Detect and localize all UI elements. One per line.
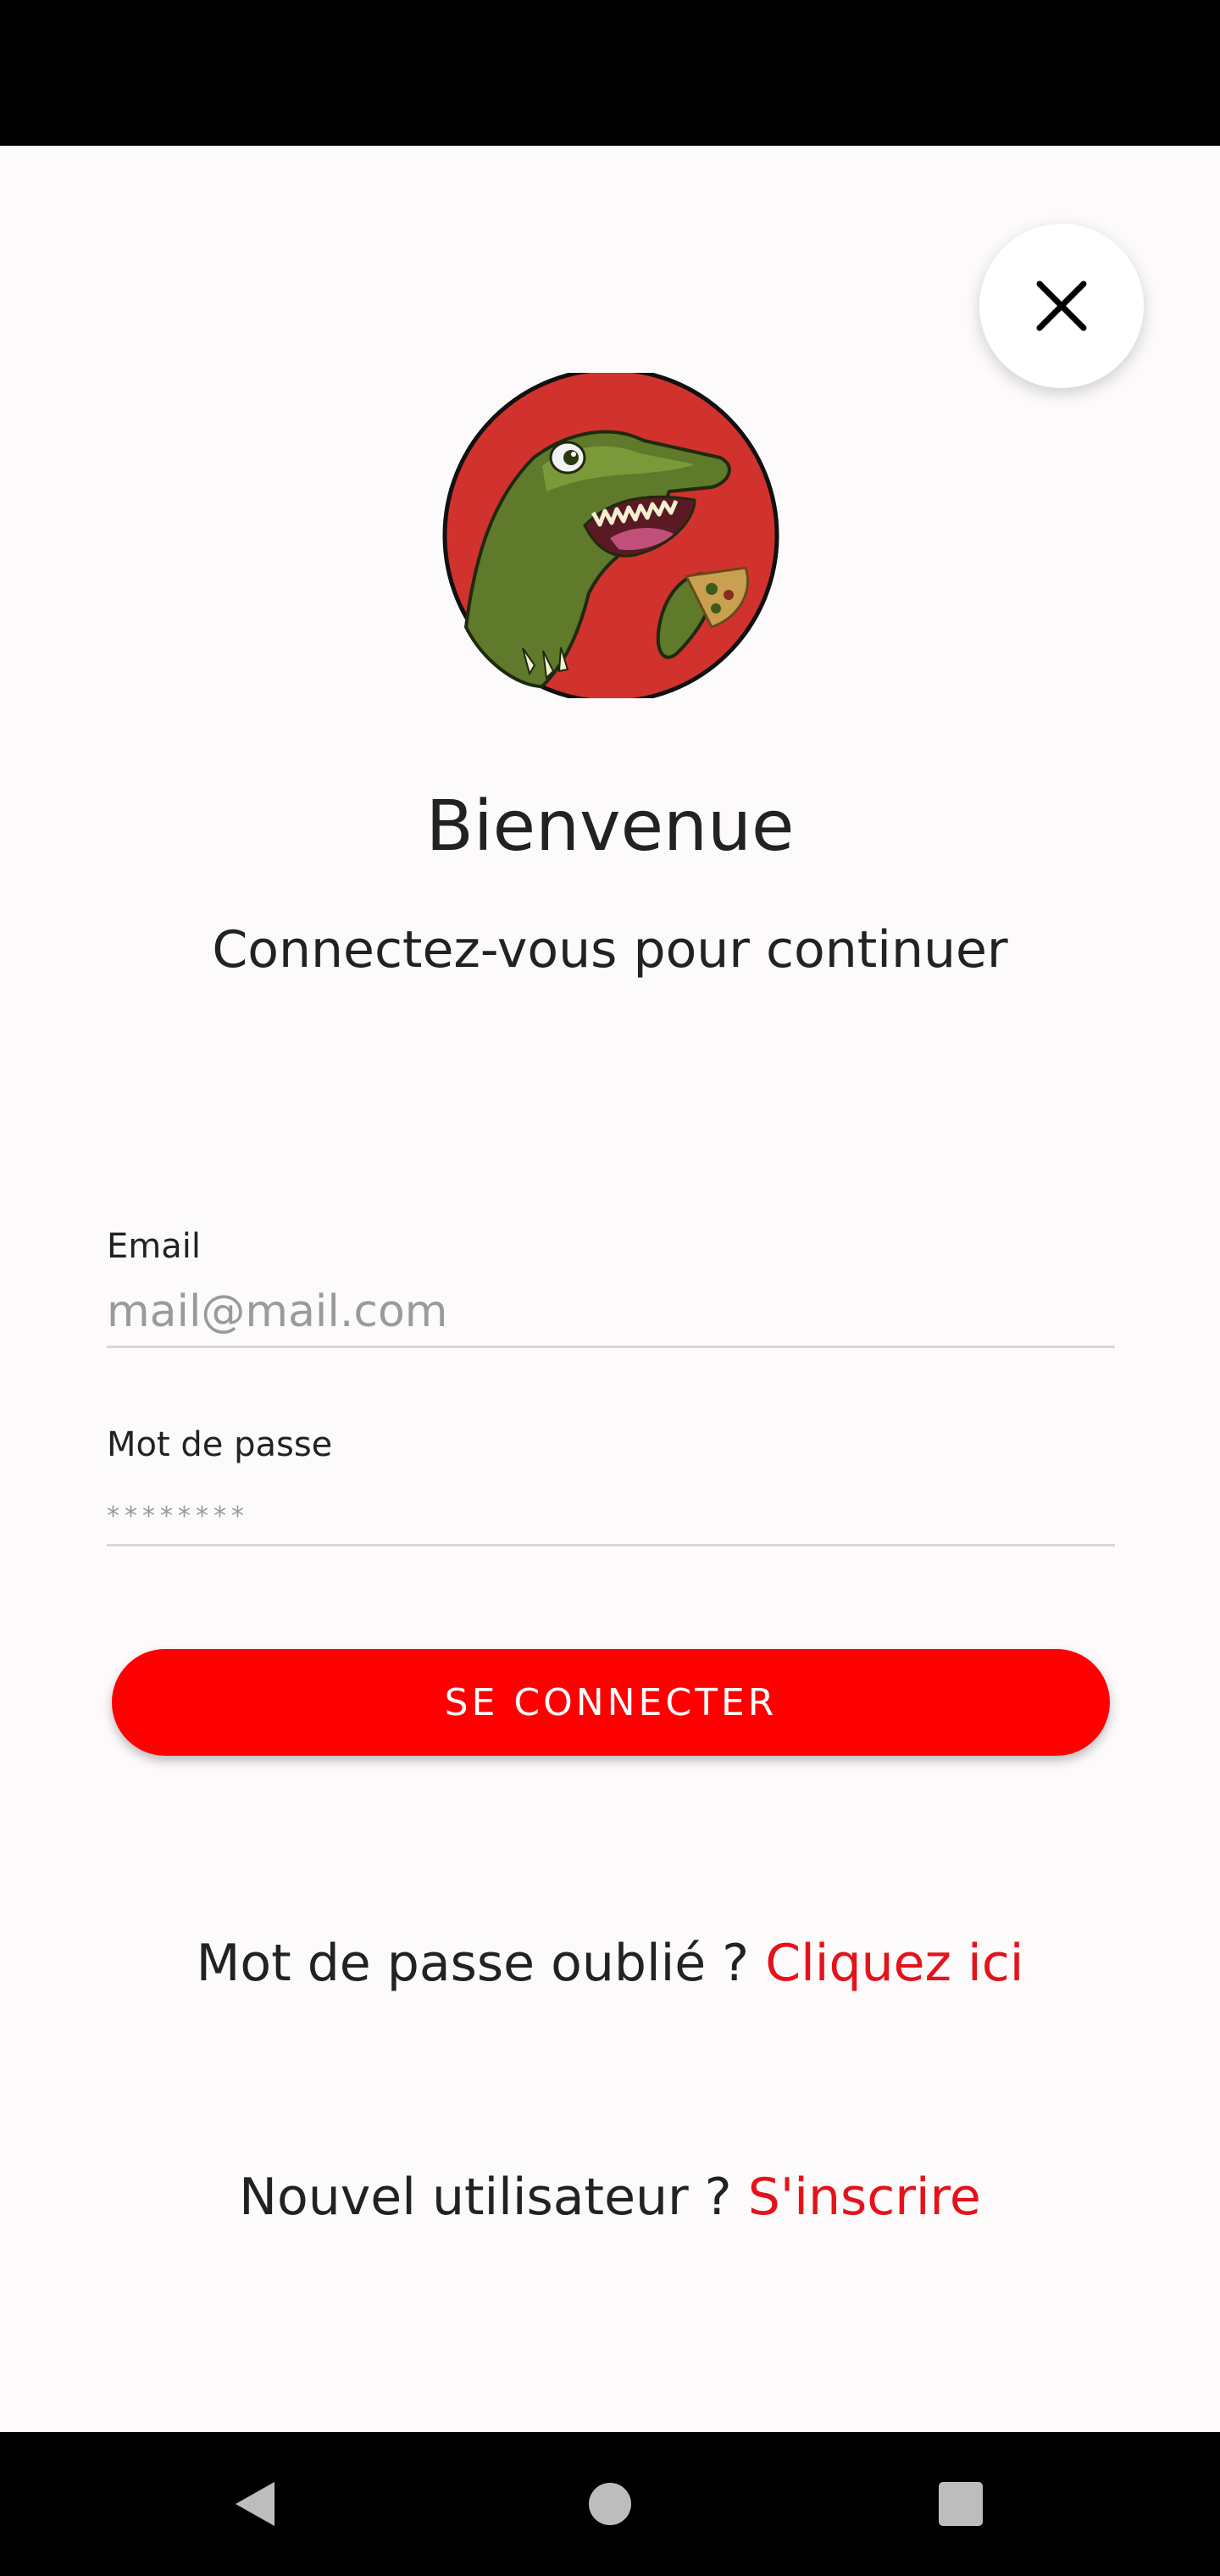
forgot-password-link[interactable]: Cliquez ici (765, 1934, 1023, 1993)
close-icon (1036, 280, 1087, 331)
forgot-password-text: Mot de passe oublié ? (196, 1934, 750, 1993)
nav-back-button[interactable] (186, 2432, 322, 2576)
status-bar (0, 0, 1220, 146)
password-label: Mot de passe (107, 1425, 333, 1464)
navigation-bar (0, 2432, 1220, 2576)
password-field[interactable] (107, 1476, 1115, 1546)
signup-row: Nouvel utilisateur ? S'inscrire (0, 2168, 1220, 2227)
page-subtitle: Connectez-vous pour continuer (212, 920, 1008, 980)
close-button[interactable] (979, 224, 1144, 388)
recents-square-icon (939, 2482, 983, 2526)
nav-home-button[interactable] (542, 2432, 678, 2576)
signup-text: Nouvel utilisateur ? (239, 2168, 732, 2227)
dinosaur-pizza-logo (442, 373, 779, 698)
back-triangle-icon (236, 2482, 274, 2526)
nav-recents-button[interactable] (893, 2432, 1029, 2576)
signup-link[interactable]: S'inscrire (748, 2168, 981, 2227)
forgot-password-row: Mot de passe oublié ? Cliquez ici (0, 1934, 1220, 1993)
email-label: Email (107, 1227, 201, 1266)
page-title: Bienvenue (425, 786, 795, 867)
home-circle-icon (589, 2483, 631, 2525)
email-field[interactable] (107, 1278, 1115, 1348)
login-button[interactable]: SE CONNECTER (112, 1649, 1110, 1756)
